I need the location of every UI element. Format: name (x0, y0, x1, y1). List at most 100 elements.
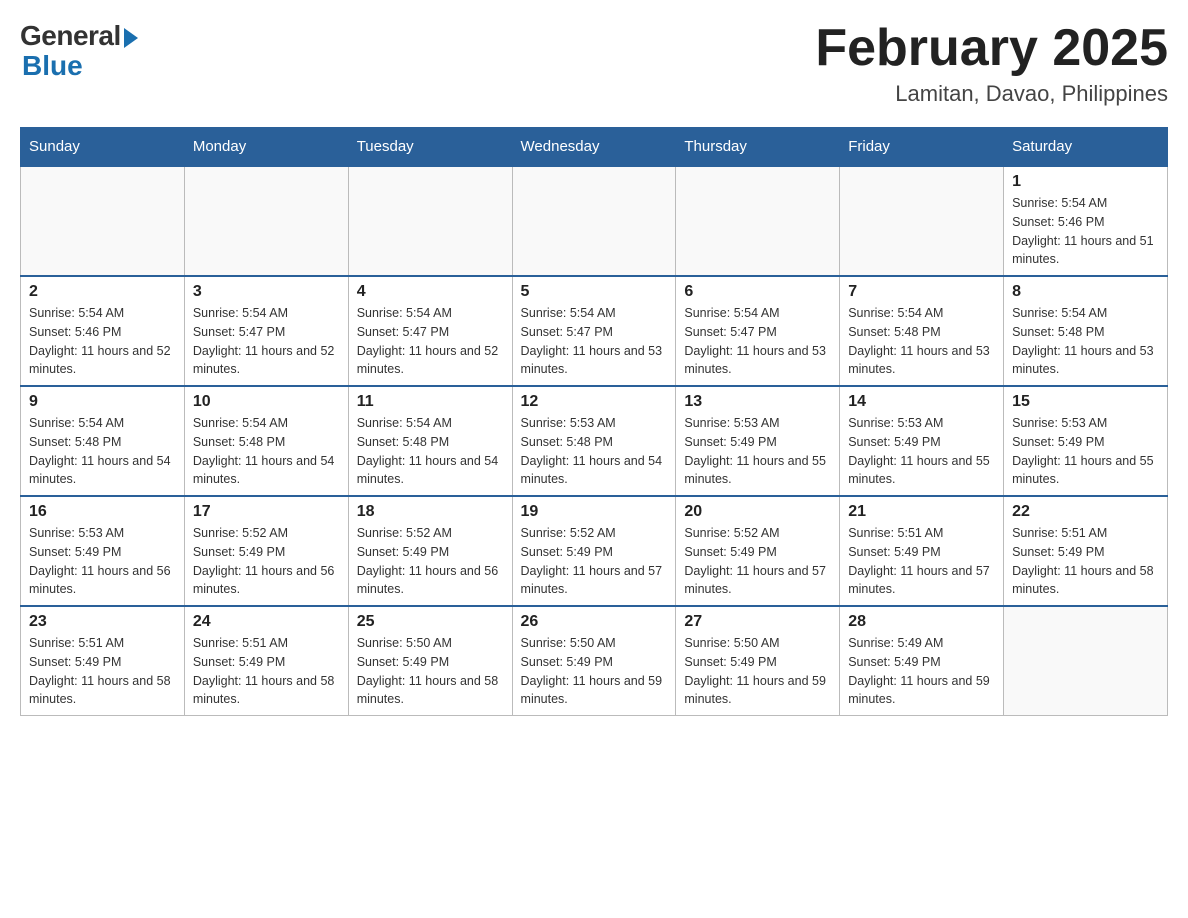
day-number: 11 (357, 393, 504, 411)
day-info: Sunrise: 5:54 AMSunset: 5:48 PMDaylight:… (193, 414, 340, 489)
calendar-cell: 12 Sunrise: 5:53 AMSunset: 5:48 PMDayligh… (512, 386, 676, 496)
calendar-cell: 6 Sunrise: 5:54 AMSunset: 5:47 PMDaylight… (676, 276, 840, 386)
day-info: Sunrise: 5:54 AMSunset: 5:47 PMDaylight:… (357, 304, 504, 379)
calendar-cell: 2Sunrise: 5:54 AMSunset: 5:46 PMDaylight… (21, 276, 185, 386)
calendar-cell: 20Sunrise: 5:52 AMSunset: 5:49 PMDayligh… (676, 496, 840, 606)
day-number: 27 (684, 613, 831, 631)
day-info: Sunrise: 5:54 AMSunset: 5:47 PMDaylight:… (684, 304, 831, 379)
day-number: 7 (848, 283, 995, 301)
day-info: Sunrise: 5:52 AMSunset: 5:49 PMDaylight:… (357, 524, 504, 599)
day-number: 1 (1012, 173, 1159, 191)
calendar-cell: 8 Sunrise: 5:54 AMSunset: 5:48 PMDaylight… (1004, 276, 1168, 386)
calendar-cell: 24 Sunrise: 5:51 AMSunset: 5:49 PMDayligh… (184, 606, 348, 716)
calendar-cell: 13 Sunrise: 5:53 AMSunset: 5:49 PMDayligh… (676, 386, 840, 496)
calendar-cell: 22 Sunrise: 5:51 AMSunset: 5:49 PMDayligh… (1004, 496, 1168, 606)
logo-general-text: General (20, 20, 121, 52)
calendar-cell: 19 Sunrise: 5:52 AMSunset: 5:49 PMDayligh… (512, 496, 676, 606)
day-info: Sunrise: 5:50 AMSunset: 5:49 PMDaylight:… (684, 634, 831, 709)
day-number: 5 (521, 283, 668, 301)
calendar-cell: 21 Sunrise: 5:51 AMSunset: 5:49 PMDayligh… (840, 496, 1004, 606)
day-number: 13 (684, 393, 831, 411)
day-info: Sunrise: 5:53 AMSunset: 5:49 PMDaylight:… (1012, 414, 1159, 489)
calendar-cell: 7 Sunrise: 5:54 AMSunset: 5:48 PMDaylight… (840, 276, 1004, 386)
day-info: Sunrise: 5:54 AMSunset: 5:48 PMDaylight:… (848, 304, 995, 379)
calendar-cell (184, 166, 348, 276)
day-number: 26 (521, 613, 668, 631)
day-info: Sunrise: 5:49 AMSunset: 5:49 PMDaylight:… (848, 634, 995, 709)
calendar-cell: 17 Sunrise: 5:52 AMSunset: 5:49 PMDayligh… (184, 496, 348, 606)
calendar-header-sunday: Sunday (21, 128, 185, 167)
calendar-header-row: SundayMondayTuesdayWednesdayThursdayFrid… (21, 128, 1168, 167)
day-number: 12 (521, 393, 668, 411)
calendar-header-wednesday: Wednesday (512, 128, 676, 167)
day-info: Sunrise: 5:54 AMSunset: 5:48 PMDaylight:… (1012, 304, 1159, 379)
calendar-cell: 23 Sunrise: 5:51 AMSunset: 5:49 PMDayligh… (21, 606, 185, 716)
calendar-cell (512, 166, 676, 276)
day-number: 16 (29, 503, 176, 521)
calendar-cell (348, 166, 512, 276)
title-section: February 2025 Lamitan, Davao, Philippine… (815, 20, 1168, 107)
calendar-cell: 5 Sunrise: 5:54 AMSunset: 5:47 PMDaylight… (512, 276, 676, 386)
day-number: 14 (848, 393, 995, 411)
day-info: Sunrise: 5:53 AMSunset: 5:48 PMDaylight:… (521, 414, 668, 489)
day-number: 22 (1012, 503, 1159, 521)
day-number: 21 (848, 503, 995, 521)
day-info: Sunrise: 5:51 AMSunset: 5:49 PMDaylight:… (848, 524, 995, 599)
logo-blue-text: Blue (20, 50, 83, 82)
day-number: 24 (193, 613, 340, 631)
day-info: Sunrise: 5:53 AMSunset: 5:49 PMDaylight:… (848, 414, 995, 489)
calendar-cell: 26Sunrise: 5:50 AMSunset: 5:49 PMDayligh… (512, 606, 676, 716)
calendar-cell: 25 Sunrise: 5:50 AMSunset: 5:49 PMDayligh… (348, 606, 512, 716)
day-info: Sunrise: 5:51 AMSunset: 5:49 PMDaylight:… (1012, 524, 1159, 599)
calendar-week-row: 2Sunrise: 5:54 AMSunset: 5:46 PMDaylight… (21, 276, 1168, 386)
calendar-cell: 28 Sunrise: 5:49 AMSunset: 5:49 PMDayligh… (840, 606, 1004, 716)
calendar-cell: 18 Sunrise: 5:52 AMSunset: 5:49 PMDayligh… (348, 496, 512, 606)
day-info: Sunrise: 5:54 AMSunset: 5:47 PMDaylight:… (521, 304, 668, 379)
calendar-week-row: 23 Sunrise: 5:51 AMSunset: 5:49 PMDayligh… (21, 606, 1168, 716)
day-number: 6 (684, 283, 831, 301)
day-info: Sunrise: 5:53 AMSunset: 5:49 PMDaylight:… (684, 414, 831, 489)
calendar-header-thursday: Thursday (676, 128, 840, 167)
calendar-week-row: 1 Sunrise: 5:54 AMSunset: 5:46 PMDaylight… (21, 166, 1168, 276)
day-number: 17 (193, 503, 340, 521)
day-number: 28 (848, 613, 995, 631)
day-number: 10 (193, 393, 340, 411)
day-info: Sunrise: 5:52 AMSunset: 5:49 PMDaylight:… (521, 524, 668, 599)
day-number: 19 (521, 503, 668, 521)
logo-arrow-icon (124, 28, 138, 48)
calendar-cell (21, 166, 185, 276)
calendar-cell: 27 Sunrise: 5:50 AMSunset: 5:49 PMDayligh… (676, 606, 840, 716)
day-number: 18 (357, 503, 504, 521)
day-info: Sunrise: 5:52 AMSunset: 5:49 PMDaylight:… (684, 524, 831, 599)
day-info: Sunrise: 5:51 AMSunset: 5:49 PMDaylight:… (29, 634, 176, 709)
day-number: 23 (29, 613, 176, 631)
day-number: 9 (29, 393, 176, 411)
day-number: 3 (193, 283, 340, 301)
location-title: Lamitan, Davao, Philippines (815, 81, 1168, 107)
calendar-cell: 1 Sunrise: 5:54 AMSunset: 5:46 PMDaylight… (1004, 166, 1168, 276)
day-info: Sunrise: 5:51 AMSunset: 5:49 PMDaylight:… (193, 634, 340, 709)
calendar-cell: 4 Sunrise: 5:54 AMSunset: 5:47 PMDaylight… (348, 276, 512, 386)
calendar-cell: 14 Sunrise: 5:53 AMSunset: 5:49 PMDayligh… (840, 386, 1004, 496)
calendar-week-row: 9 Sunrise: 5:54 AMSunset: 5:48 PMDaylight… (21, 386, 1168, 496)
day-info: Sunrise: 5:52 AMSunset: 5:49 PMDaylight:… (193, 524, 340, 599)
day-number: 4 (357, 283, 504, 301)
page-header: General Blue February 2025 Lamitan, Dava… (20, 20, 1168, 107)
day-info: Sunrise: 5:54 AMSunset: 5:46 PMDaylight:… (29, 304, 176, 379)
calendar-week-row: 16 Sunrise: 5:53 AMSunset: 5:49 PMDayligh… (21, 496, 1168, 606)
calendar-header-tuesday: Tuesday (348, 128, 512, 167)
logo: General Blue (20, 20, 138, 82)
day-info: Sunrise: 5:53 AMSunset: 5:49 PMDaylight:… (29, 524, 176, 599)
day-info: Sunrise: 5:54 AMSunset: 5:48 PMDaylight:… (29, 414, 176, 489)
day-info: Sunrise: 5:50 AMSunset: 5:49 PMDaylight:… (357, 634, 504, 709)
calendar-header-monday: Monday (184, 128, 348, 167)
calendar-cell: 10 Sunrise: 5:54 AMSunset: 5:48 PMDayligh… (184, 386, 348, 496)
calendar-cell: 3 Sunrise: 5:54 AMSunset: 5:47 PMDaylight… (184, 276, 348, 386)
day-info: Sunrise: 5:54 AMSunset: 5:46 PMDaylight:… (1012, 194, 1159, 269)
calendar-cell: 16 Sunrise: 5:53 AMSunset: 5:49 PMDayligh… (21, 496, 185, 606)
day-info: Sunrise: 5:54 AMSunset: 5:48 PMDaylight:… (357, 414, 504, 489)
day-number: 8 (1012, 283, 1159, 301)
calendar-cell (676, 166, 840, 276)
day-number: 25 (357, 613, 504, 631)
day-info: Sunrise: 5:54 AMSunset: 5:47 PMDaylight:… (193, 304, 340, 379)
